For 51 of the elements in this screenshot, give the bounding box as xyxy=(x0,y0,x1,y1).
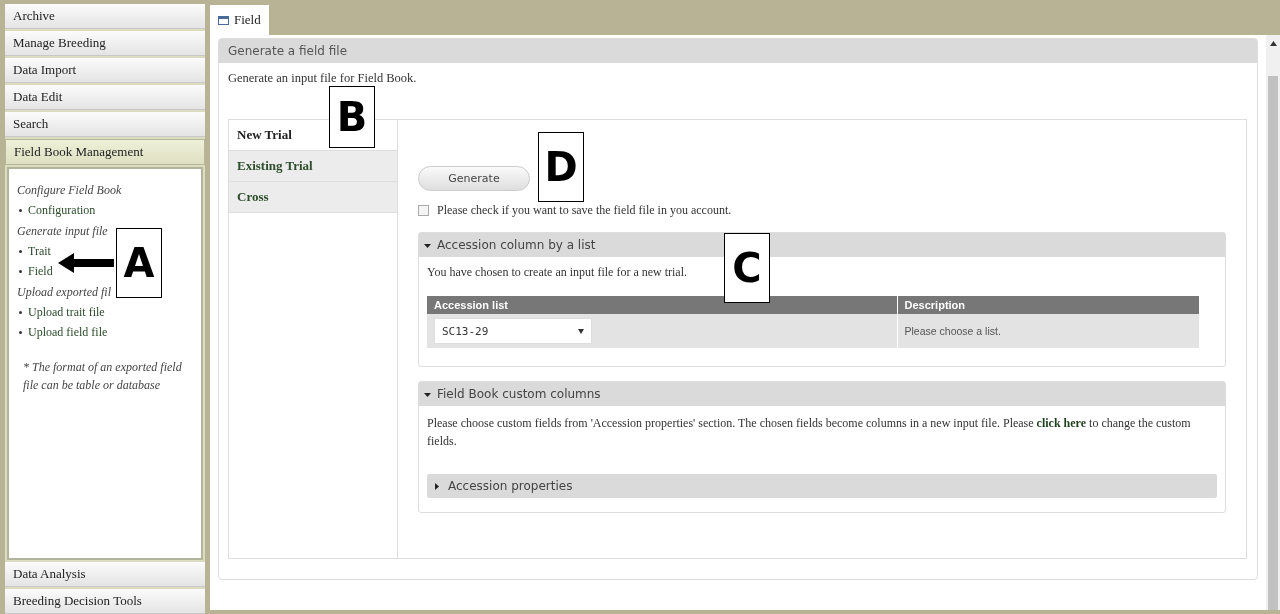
sidebar-link[interactable]: Field xyxy=(28,264,53,279)
caret-icon[interactable] xyxy=(424,241,431,249)
sidebar-link[interactable]: Trait xyxy=(28,244,51,259)
sidebar-link[interactable]: Configuration xyxy=(28,203,96,218)
group-heading: Upload exported fil xyxy=(17,285,112,300)
footnote: * The format of an exported field file can be table or database xyxy=(22,359,183,394)
sidebar-link[interactable]: Upload field file xyxy=(28,325,108,340)
section-text: Please choose custom fields from 'Accession properties' section. The chosen fields become columns in a new input file. Please click here to change the custom fields. xyxy=(427,415,1192,450)
callout-label: C xyxy=(724,233,770,303)
callout-label: D xyxy=(538,132,584,202)
section-header[interactable]: Field Book custom columns xyxy=(419,382,1225,406)
sidebar-link[interactable]: Upload trait file xyxy=(28,305,105,320)
accordion-header[interactable]: Data Edit xyxy=(5,85,205,110)
scrollbar[interactable] xyxy=(1266,35,1280,610)
callout-label: B xyxy=(329,86,375,148)
accordion-header[interactable]: Search xyxy=(5,112,205,137)
arrow-icon xyxy=(58,253,114,273)
accordion-header[interactable]: Breeding Decision Tools xyxy=(5,589,205,614)
intro-text: Generate an input file for Field Book. xyxy=(228,71,418,86)
bullet-icon xyxy=(19,311,22,314)
click-here-link[interactable]: click here xyxy=(1036,416,1087,430)
caret-icon[interactable] xyxy=(433,482,440,490)
tab[interactable]: Field xyxy=(210,5,269,35)
checkbox-label: Please check if you want to save the field file in you account. xyxy=(437,203,732,218)
accordion-header[interactable]: Data Analysis xyxy=(5,562,205,587)
subsection-header[interactable]: Accession properties xyxy=(427,474,1217,498)
scroll-up-icon[interactable] xyxy=(1269,41,1277,46)
accordion-header[interactable]: Data Import xyxy=(5,58,205,83)
vertical-tab[interactable]: Existing Trial xyxy=(229,151,397,182)
list-dropdown[interactable]: SC13-29 xyxy=(434,318,592,344)
callout-label: A xyxy=(116,228,162,298)
panel-header: Generate a field file xyxy=(219,39,1257,63)
window-icon xyxy=(218,15,229,25)
vertical-tab[interactable]: Cross xyxy=(229,182,397,213)
table-cell: Please choose a list. xyxy=(897,314,1199,348)
bullet-icon xyxy=(19,270,22,273)
group-heading: Configure Field Book xyxy=(17,183,123,198)
accordion-header[interactable]: Field Book Management xyxy=(5,139,205,165)
caret-icon xyxy=(578,328,584,334)
group-heading: Generate input file xyxy=(17,224,109,239)
column-header: Accession list xyxy=(427,296,898,314)
section-text: You have chosen to create an input file for a new trial. xyxy=(427,265,689,280)
generate-button[interactable]: Generate xyxy=(418,166,530,191)
accordion-header[interactable]: Archive xyxy=(5,4,205,29)
accordion-header[interactable]: Manage Breeding xyxy=(5,31,205,56)
caret-icon[interactable] xyxy=(424,390,431,398)
bullet-icon xyxy=(19,209,22,212)
bullet-icon xyxy=(19,331,22,334)
column-header: Description xyxy=(897,296,1199,314)
checkbox[interactable] xyxy=(418,205,429,216)
bullet-icon xyxy=(19,250,22,253)
